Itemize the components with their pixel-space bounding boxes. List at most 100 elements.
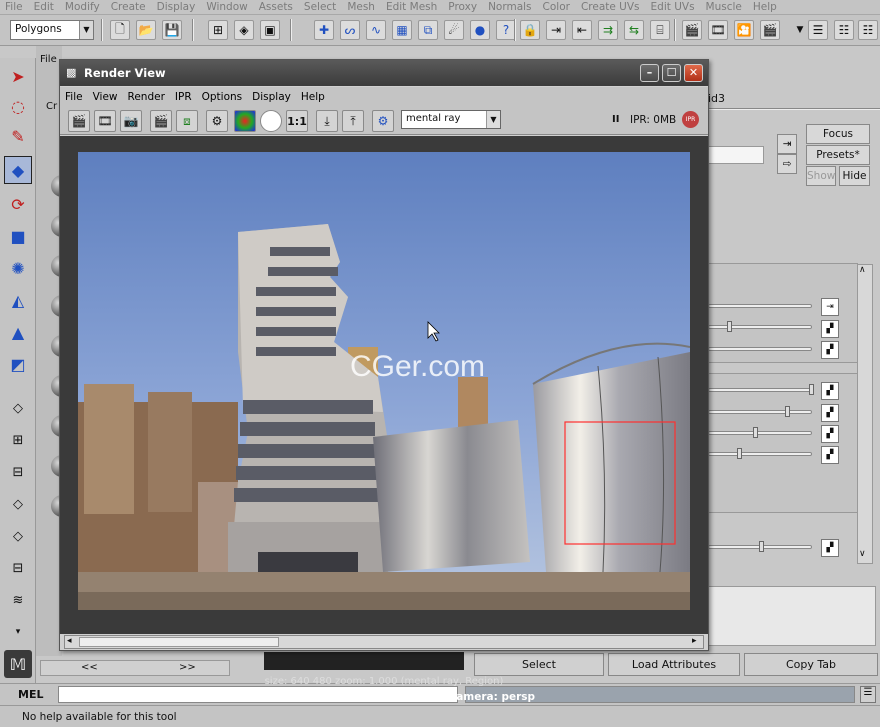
history-icon[interactable]: ☄ (444, 20, 464, 40)
menu-mesh[interactable]: Mesh (342, 1, 381, 13)
notes-area[interactable] (706, 586, 876, 646)
mel-label[interactable]: MEL (18, 688, 43, 701)
snap-point-icon[interactable]: ∿ (366, 20, 386, 40)
redo-render-icon[interactable]: 🎬 (68, 110, 90, 132)
universal-manip-icon[interactable]: ✺ (4, 254, 32, 282)
alpha-channel-icon[interactable] (260, 110, 282, 132)
attribute-slider[interactable] (708, 347, 812, 351)
checker-map-icon[interactable]: ▞ (821, 341, 839, 359)
focus-button[interactable]: Focus (806, 124, 870, 144)
outliner-layout-icon[interactable]: ⊟ (4, 554, 32, 582)
menu-edit-uvs[interactable]: Edit UVs (646, 1, 701, 13)
move-tool-icon[interactable]: ◆ (4, 156, 32, 184)
menu-assets[interactable]: Assets (254, 1, 299, 13)
ipr-badge[interactable]: IPR (682, 111, 699, 128)
lasso-tool-icon[interactable]: ◌ (4, 92, 32, 120)
attribute-editor-icon[interactable]: ☷ (858, 20, 878, 40)
render-settings-icon[interactable]: ⚙ (206, 110, 228, 132)
lock-icon[interactable]: 🔒 (520, 20, 540, 40)
select-component-icon[interactable]: ▣ (260, 20, 280, 40)
slider-knob[interactable] (737, 448, 742, 459)
scroll-left-icon[interactable]: ◂ (67, 636, 72, 646)
render-region-icon[interactable]: 🎬 (150, 110, 172, 132)
select-object-icon[interactable]: ◈ (234, 20, 254, 40)
slider-knob[interactable] (759, 541, 764, 552)
persp-outliner-icon[interactable]: ⊟ (4, 458, 32, 486)
soft-mod-icon[interactable]: ◭ (4, 286, 32, 314)
scroll-right-button[interactable]: >> (179, 662, 196, 673)
display-render-globals-icon[interactable]: ⚙ (372, 110, 394, 132)
snap-curve-icon[interactable]: ᔕ (340, 20, 360, 40)
select-button[interactable]: Select (474, 653, 604, 676)
checker-map-icon[interactable]: ▞ (821, 539, 839, 557)
checker-map-icon[interactable]: ▞ (821, 320, 839, 338)
menu-create[interactable]: Create (106, 1, 152, 13)
menu-normals[interactable]: Normals (483, 1, 537, 13)
render-view-hscroll[interactable]: ◂ ▸ (64, 635, 704, 649)
ratio-button[interactable]: 1:1 (286, 110, 308, 132)
chevron-down-icon[interactable]: ▾ (4, 618, 32, 646)
snap-grid-icon[interactable]: ✚ (314, 20, 334, 40)
select-hierarchy-icon[interactable]: ⊞ (208, 20, 228, 40)
four-pane-icon[interactable]: ⊞ (4, 426, 32, 454)
checker-map-icon[interactable]: ▞ (821, 446, 839, 464)
scroll-right-icon[interactable]: ▸ (692, 636, 697, 646)
ipr-render-icon[interactable]: 🎞 (708, 20, 728, 40)
script-editor-icon[interactable]: ☰ (860, 686, 876, 703)
ipr-pause-button[interactable]: II (612, 114, 619, 125)
rv-menu-help[interactable]: Help (296, 91, 330, 103)
output-icon[interactable]: ⇤ (572, 20, 592, 40)
attribute-slider[interactable] (708, 321, 812, 332)
mode-select[interactable]: Polygons ▼ (10, 20, 94, 40)
menu-window[interactable]: Window (201, 1, 253, 13)
attribute-scrollbar[interactable] (857, 264, 873, 564)
scroll-down-icon[interactable]: ∨ (859, 549, 866, 559)
remove-image-icon[interactable]: ⤒ (342, 110, 364, 132)
menu-color[interactable]: Color (538, 1, 576, 13)
scroll-up-icon[interactable]: ∧ (859, 265, 866, 275)
copy-tab-button[interactable]: Copy Tab (744, 653, 878, 676)
close-icon[interactable]: ✕ (684, 64, 703, 82)
input-icon[interactable]: ⇥ (546, 20, 566, 40)
rv-menu-ipr[interactable]: IPR (170, 91, 197, 103)
single-pane-icon[interactable]: ◇ (4, 394, 32, 422)
graph-layout-icon[interactable]: ≋ (4, 586, 32, 614)
rv-menu-display[interactable]: Display (247, 91, 296, 103)
chevron-down-icon[interactable]: ▼ (790, 20, 810, 40)
maximize-icon[interactable]: ☐ (662, 64, 681, 82)
attribute-slider[interactable] (708, 427, 812, 438)
toggle-layout-icon[interactable]: ☰ (808, 20, 828, 40)
attribute-slider[interactable] (708, 384, 814, 395)
menu-edit-mesh[interactable]: Edit Mesh (381, 1, 443, 13)
clapper-icon[interactable]: 🎬 (760, 20, 780, 40)
scale-tool-icon[interactable]: ■ (4, 222, 32, 250)
new-scene-icon[interactable]: 🗋 (110, 20, 130, 40)
select-tool-icon[interactable]: ➤ (4, 62, 32, 90)
show-manip-icon[interactable]: ▲ (4, 318, 32, 346)
select-output-icon[interactable]: ⇨ (777, 154, 797, 174)
refresh-icon[interactable]: ⧈ (176, 110, 198, 132)
rv-menu-render[interactable]: Render (123, 91, 170, 103)
map-button-icon[interactable]: ⇥ (821, 298, 839, 316)
last-tool-icon[interactable]: ◩ (4, 350, 32, 378)
hide-button[interactable]: Hide (839, 166, 870, 186)
checker-map-icon[interactable]: ▞ (821, 404, 839, 422)
persp-graph-icon[interactable]: ◇ (4, 490, 32, 518)
scroll-thumb[interactable] (79, 637, 279, 647)
slider-knob[interactable] (785, 406, 790, 417)
keep-image-icon[interactable]: ⤓ (316, 110, 338, 132)
rotate-tool-icon[interactable]: ⟳ (4, 190, 32, 218)
attribute-icon[interactable]: ⌸ (650, 20, 670, 40)
slider-knob[interactable] (727, 321, 732, 332)
renderer-select[interactable]: mental ray ▼ (401, 110, 501, 129)
node-name-field[interactable] (706, 146, 764, 164)
rv-menu-options[interactable]: Options (197, 91, 248, 103)
render-area[interactable]: CGer.com size: 640 480 zoom: 1.000 (ment… (60, 136, 708, 703)
menu-help[interactable]: Help (748, 1, 783, 13)
render-settings-icon[interactable]: 🎦 (734, 20, 754, 40)
menu-create-uvs[interactable]: Create UVs (576, 1, 646, 13)
disconnect-icon[interactable]: ⇆ (624, 20, 644, 40)
paint-select-icon[interactable]: ✎ (4, 122, 32, 150)
tab-partial[interactable]: id3 (708, 92, 725, 105)
menu-modify[interactable]: Modify (60, 1, 106, 13)
